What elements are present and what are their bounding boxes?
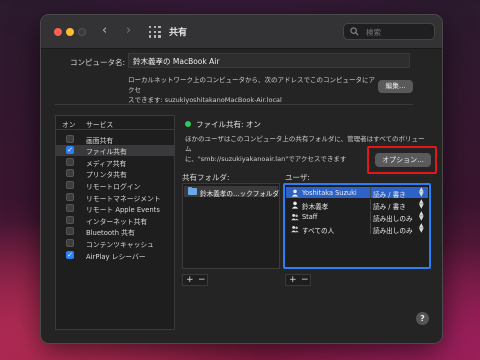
service-checkbox[interactable] bbox=[66, 180, 74, 189]
user-row[interactable]: すべての人 読み出しのみ ▲ ▼ bbox=[286, 223, 428, 235]
service-label: AirPlay レシーバー bbox=[86, 252, 146, 261]
file-sharing-status: ファイル共有: オン bbox=[196, 120, 261, 129]
service-row[interactable]: コンテンツキャッシュ bbox=[56, 237, 174, 249]
user-permission[interactable]: 読み出しのみ bbox=[373, 213, 413, 223]
column-divider bbox=[370, 211, 371, 222]
service-checkbox[interactable] bbox=[66, 238, 74, 247]
user-name: Staff bbox=[302, 213, 318, 221]
service-row[interactable]: 画面共有 bbox=[56, 133, 174, 145]
service-label: リモートログイン bbox=[86, 182, 141, 191]
remove-user-button[interactable]: − bbox=[301, 275, 309, 286]
user-name: Yoshitaka Suzuki bbox=[302, 189, 357, 197]
add-user-button[interactable]: + bbox=[289, 275, 297, 286]
user-row[interactable]: Yoshitaka Suzuki 読み / 書き ▲ ▼ bbox=[286, 187, 428, 199]
service-row[interactable]: リモート Apple Events bbox=[56, 203, 174, 214]
user-name: 鈴木義孝 bbox=[302, 203, 329, 211]
service-checkbox[interactable] bbox=[66, 192, 74, 201]
help-button[interactable]: ? bbox=[416, 312, 429, 325]
user-row[interactable]: Staff 読み出しのみ ▲ ▼ bbox=[286, 211, 428, 223]
computer-name-label: コンピュータ名: bbox=[70, 58, 126, 67]
minimize-window-button[interactable] bbox=[66, 28, 74, 36]
permission-stepper-icon[interactable]: ▲ ▼ bbox=[419, 211, 424, 222]
search-placeholder: 検索 bbox=[366, 28, 381, 37]
service-row[interactable]: インターネット共有 bbox=[56, 214, 174, 226]
service-checkbox[interactable] bbox=[66, 227, 74, 236]
section-divider bbox=[55, 104, 413, 105]
shared-folder-name: 鈴木義孝の…ックフォルダ bbox=[200, 190, 280, 198]
header-on: オン bbox=[62, 121, 76, 129]
header-service: サービス bbox=[86, 121, 114, 129]
edit-button[interactable]: 編集... bbox=[378, 80, 413, 93]
forward-button[interactable]: › bbox=[126, 24, 131, 38]
column-divider bbox=[370, 199, 371, 210]
column-divider bbox=[370, 223, 371, 234]
service-checkbox[interactable]: ✓ bbox=[66, 250, 74, 259]
user-permission[interactable]: 読み / 書き bbox=[373, 189, 406, 199]
users-label: ユーザ: bbox=[285, 173, 310, 182]
service-label: メディア共有 bbox=[86, 159, 127, 168]
shared-folder-row[interactable]: 鈴木義孝の…ックフォルダ bbox=[184, 186, 280, 198]
service-label: ファイル共有 bbox=[86, 148, 127, 157]
permission-stepper-icon[interactable]: ▲ ▼ bbox=[419, 187, 424, 198]
computer-name-value: 鈴木義孝の MacBook Air bbox=[133, 57, 220, 66]
column-divider bbox=[370, 187, 371, 198]
user-name: すべての人 bbox=[302, 227, 335, 235]
shared-folders-list: 鈴木義孝の…ックフォルダ bbox=[182, 183, 280, 269]
service-checkbox[interactable] bbox=[66, 204, 74, 213]
show-all-grid-icon[interactable] bbox=[149, 26, 161, 38]
service-label: リモート Apple Events bbox=[86, 206, 160, 215]
service-checkbox[interactable] bbox=[66, 134, 74, 143]
service-label: リモートマネージメント bbox=[86, 194, 161, 203]
services-list-header: オン サービス bbox=[56, 116, 174, 130]
service-checkbox[interactable]: ✓ bbox=[66, 146, 74, 155]
computer-address-description: ローカルネットワーク上のコンピュータから、次のアドレスでこのコンピュータにアクセ… bbox=[128, 75, 378, 105]
service-row[interactable]: リモートマネージメント bbox=[56, 191, 174, 203]
service-row[interactable]: Bluetooth 共有 bbox=[56, 226, 174, 237]
users-list: Yoshitaka Suzuki 読み / 書き ▲ ▼ 鈴木義孝 読み / 書き ▲ ▼ St… bbox=[283, 183, 431, 269]
user-row[interactable]: 鈴木義孝 読み / 書き ▲ ▼ bbox=[286, 199, 428, 211]
options-button[interactable]: オプション... bbox=[375, 153, 431, 167]
close-window-button[interactable] bbox=[54, 28, 62, 36]
group-icon bbox=[291, 225, 299, 233]
title-bar: ‹ › 共有 検索 bbox=[41, 15, 442, 49]
computer-name-field[interactable]: 鈴木義孝の MacBook Air bbox=[128, 53, 410, 68]
folder-icon bbox=[188, 186, 197, 195]
permission-stepper-icon[interactable]: ▲ ▼ bbox=[419, 199, 424, 210]
service-row[interactable]: メディア共有 bbox=[56, 156, 174, 168]
status-indicator-icon bbox=[185, 121, 191, 127]
service-row[interactable]: リモートログイン bbox=[56, 179, 174, 191]
service-checkbox[interactable] bbox=[66, 157, 74, 166]
service-checkbox[interactable] bbox=[66, 169, 74, 178]
search-icon bbox=[350, 27, 359, 36]
back-button[interactable]: ‹ bbox=[102, 24, 107, 38]
service-label: Bluetooth 共有 bbox=[86, 229, 135, 238]
shared-folders-label: 共有フォルダ: bbox=[182, 173, 230, 182]
computer-address-line-1: ローカルネットワーク上のコンピュータから、次のアドレスでこのコンピュータにアクセ bbox=[128, 76, 375, 94]
service-checkbox[interactable] bbox=[66, 215, 74, 224]
service-label: プリンタ共有 bbox=[86, 171, 127, 180]
permission-stepper-icon[interactable]: ▲ ▼ bbox=[419, 223, 424, 234]
user-icon bbox=[291, 201, 299, 209]
search-field[interactable]: 検索 bbox=[343, 23, 435, 40]
remove-folder-button[interactable]: − bbox=[198, 275, 206, 286]
service-label: コンテンツキャッシュ bbox=[86, 240, 154, 249]
service-row[interactable]: ✓ ファイル共有 bbox=[56, 144, 174, 157]
window-title: 共有 bbox=[169, 28, 188, 38]
user-icon bbox=[291, 189, 299, 197]
user-permission[interactable]: 読み出しのみ bbox=[373, 225, 413, 235]
user-permission[interactable]: 読み / 書き bbox=[373, 201, 406, 211]
group-icon bbox=[291, 213, 299, 221]
add-folder-button[interactable]: + bbox=[186, 275, 194, 286]
service-label: インターネット共有 bbox=[86, 217, 148, 226]
service-label: 画面共有 bbox=[86, 136, 114, 145]
services-list: オン サービス 画面共有 ✓ ファイル共有 メディア共有 プリンタ共有リモートログインリ… bbox=[55, 115, 175, 330]
service-row[interactable]: プリンタ共有 bbox=[56, 168, 174, 179]
zoom-window-button[interactable] bbox=[78, 28, 86, 36]
service-row[interactable]: ✓ AirPlay レシーバー bbox=[56, 249, 174, 261]
